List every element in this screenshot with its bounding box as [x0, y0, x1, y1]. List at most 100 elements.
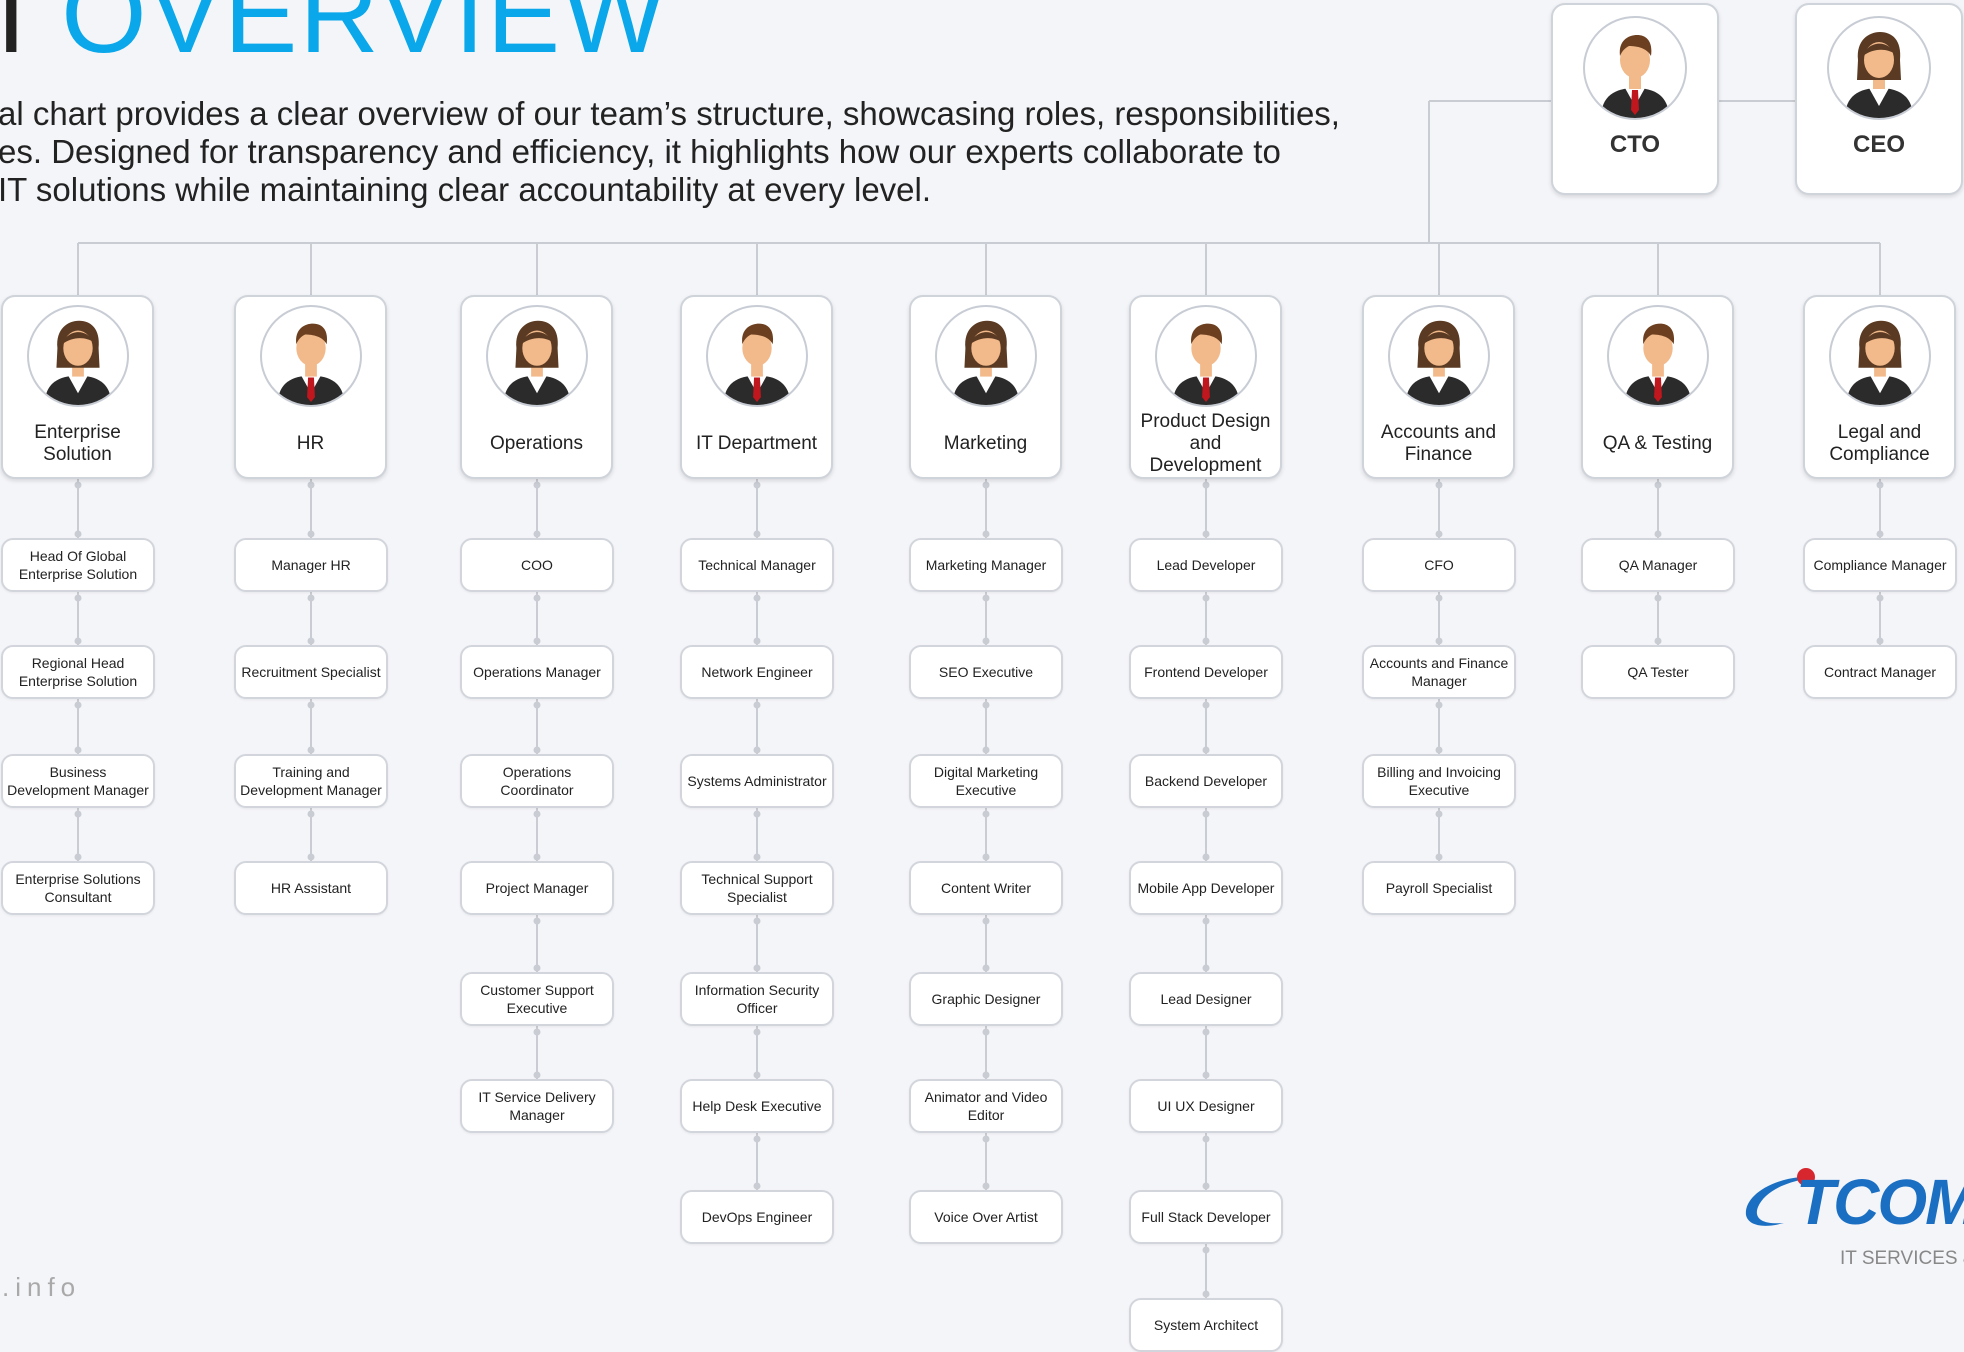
person-icon — [44, 320, 111, 405]
person-icon — [723, 323, 790, 405]
role-box[interactable]: Technical Support Specialist — [680, 861, 834, 915]
connector-dot — [533, 917, 541, 925]
role-box[interactable]: Frontend Developer — [1129, 645, 1283, 699]
dept-card-legal-and-compliance[interactable]: Legal and Compliance — [1803, 295, 1956, 479]
exec-card-ceo[interactable]: CEO — [1795, 3, 1963, 195]
role-box[interactable]: Voice Over Artist — [909, 1190, 1063, 1244]
role-box[interactable]: HR Assistant — [234, 861, 388, 915]
connector-dot — [1202, 1071, 1210, 1079]
role-box[interactable]: Digital Marketing Executive — [909, 754, 1063, 808]
website-footer-text: .info — [2, 1272, 82, 1302]
dept-card-it-department[interactable]: IT Department — [680, 295, 833, 479]
role-box[interactable]: Content Writer — [909, 861, 1063, 915]
connector-dot — [982, 746, 990, 754]
dept-card-qa-and-testing[interactable]: QA & Testing — [1581, 295, 1734, 479]
role-box[interactable]: Manager HR — [234, 538, 388, 592]
exec-card-cto[interactable]: CTO — [1551, 3, 1719, 195]
role-box[interactable]: SEO Executive — [909, 645, 1063, 699]
role-box[interactable]: Training and Development Manager — [234, 754, 388, 808]
connector-dot — [753, 1182, 761, 1190]
role-box[interactable]: Network Engineer — [680, 645, 834, 699]
role-box[interactable]: Recruitment Specialist — [234, 645, 388, 699]
role-box[interactable]: Animator and Video Editor — [909, 1079, 1063, 1133]
connector-dot — [74, 810, 82, 818]
role-box[interactable]: Regional Head Enterprise Solution — [1, 645, 155, 699]
person-icon — [1172, 323, 1239, 405]
dept-card-enterprise-solution[interactable]: Enterprise Solution — [1, 295, 154, 479]
person-icon — [1405, 320, 1472, 405]
role-box[interactable]: Billing and Invoicing Executive — [1362, 754, 1516, 808]
dept-card-marketing[interactable]: Marketing — [909, 295, 1062, 479]
dept-card-operations[interactable]: Operations — [460, 295, 613, 479]
role-box[interactable]: Technical Manager — [680, 538, 834, 592]
connector-dot — [1435, 853, 1443, 861]
avatar — [259, 305, 362, 407]
connector-dot — [1202, 530, 1210, 538]
connector-dot — [1435, 594, 1443, 602]
connector-dot — [74, 637, 82, 645]
page-title-part-1: I — [0, 0, 29, 76]
role-box[interactable]: QA Tester — [1581, 645, 1735, 699]
role-box[interactable]: Mobile App Developer — [1129, 861, 1283, 915]
connector-dot — [1202, 917, 1210, 925]
dept-title: Operations — [490, 433, 583, 454]
dept-card-accounts-and-finance[interactable]: Accounts and Finance — [1362, 295, 1515, 479]
role-box[interactable]: Graphic Designer — [909, 972, 1063, 1026]
role-box[interactable]: Accounts and Finance Manager — [1362, 645, 1516, 699]
connector-dot — [307, 853, 315, 861]
role-box[interactable]: Help Desk Executive — [680, 1079, 834, 1133]
connector-dot — [1202, 964, 1210, 972]
connector-dot — [1202, 1246, 1210, 1254]
connector-dot — [982, 1028, 990, 1036]
role-box[interactable]: Project Manager — [460, 861, 614, 915]
connector-dot — [307, 481, 315, 489]
dept-card-product-design-and-development[interactable]: Product Design and Development — [1129, 295, 1282, 479]
role-box[interactable]: CFO — [1362, 538, 1516, 592]
role-box[interactable]: Contract Manager — [1803, 645, 1957, 699]
role-box[interactable]: Operations Coordinator — [460, 754, 614, 808]
connector-dot — [982, 1135, 990, 1143]
connector-dot — [1202, 1135, 1210, 1143]
connector-dot — [533, 964, 541, 972]
avatar — [1827, 16, 1931, 120]
connector-dot — [982, 964, 990, 972]
connector-dot — [307, 530, 315, 538]
role-box[interactable]: Lead Developer — [1129, 538, 1283, 592]
connector-dot — [982, 637, 990, 645]
role-box[interactable]: Compliance Manager — [1803, 538, 1957, 592]
role-box[interactable]: Head Of Global Enterprise Solution — [1, 538, 155, 592]
dept-card-hr[interactable]: HR — [234, 295, 387, 479]
role-box[interactable]: Business Development Manager — [1, 754, 155, 808]
intro-line: al chart provides a clear overview of ou… — [0, 95, 1340, 132]
role-box[interactable]: Backend Developer — [1129, 754, 1283, 808]
person-icon — [1601, 35, 1669, 118]
role-box[interactable]: System Architect — [1129, 1298, 1283, 1352]
role-box[interactable]: DevOps Engineer — [680, 1190, 834, 1244]
connector-dot — [1202, 1182, 1210, 1190]
avatar — [1583, 16, 1687, 120]
role-box[interactable]: Marketing Manager — [909, 538, 1063, 592]
role-box[interactable]: Operations Manager — [460, 645, 614, 699]
role-box[interactable]: Enterprise Solutions Consultant — [1, 861, 155, 915]
connector-dot — [533, 701, 541, 709]
role-box[interactable]: Lead Designer — [1129, 972, 1283, 1026]
connector-dot — [753, 810, 761, 818]
role-box[interactable]: UI UX Designer — [1129, 1079, 1283, 1133]
role-box[interactable]: Payroll Specialist — [1362, 861, 1516, 915]
role-box[interactable]: Full Stack Developer — [1129, 1190, 1283, 1244]
intro-paragraph: al chart provides a clear overview of ou… — [0, 95, 1398, 209]
dept-title: Enterprise Solution — [34, 422, 121, 465]
person-icon — [1624, 323, 1691, 405]
role-box[interactable]: Information Security Officer — [680, 972, 834, 1026]
exec-title: CEO — [1852, 131, 1905, 158]
role-box[interactable]: Systems Administrator — [680, 754, 834, 808]
logo-wordmark: TCOMI — [1796, 1166, 1964, 1238]
role-box[interactable]: Customer Support Executive — [460, 972, 614, 1026]
role-box[interactable]: COO — [460, 538, 614, 592]
connector-dot — [1654, 594, 1662, 602]
role-box[interactable]: IT Service Delivery Manager — [460, 1079, 614, 1133]
role-box[interactable]: QA Manager — [1581, 538, 1735, 592]
avatar — [1828, 305, 1931, 407]
connector-dot — [307, 701, 315, 709]
dept-title: Marketing — [943, 433, 1028, 454]
